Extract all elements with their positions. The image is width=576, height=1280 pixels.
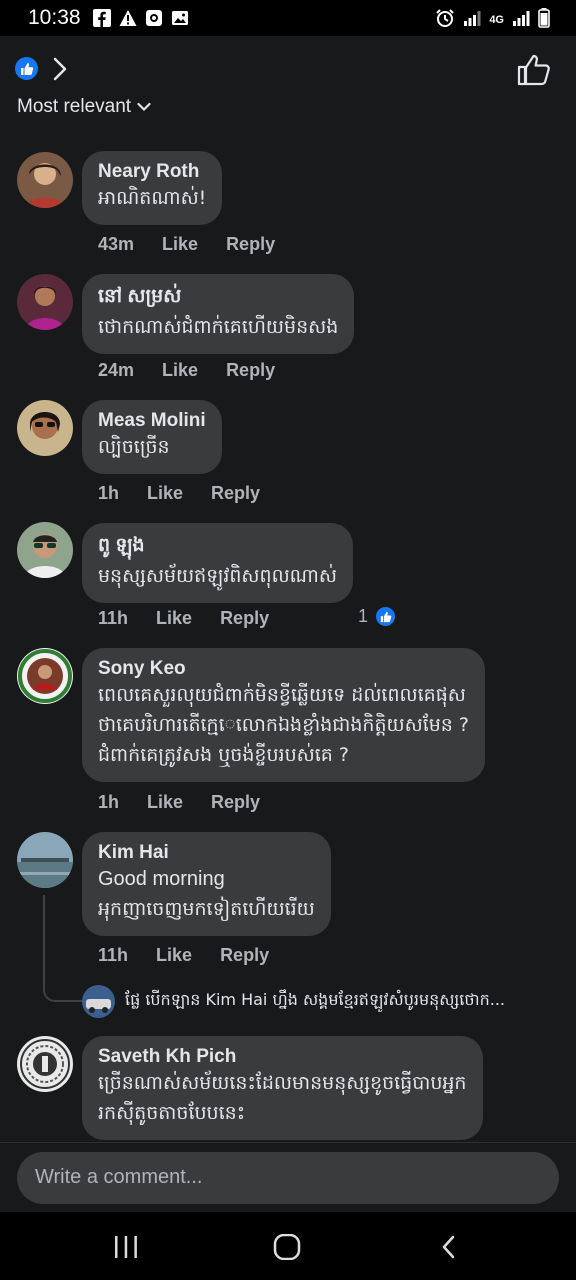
like-button[interactable]: Like bbox=[156, 945, 192, 966]
screen-record-icon bbox=[145, 9, 163, 27]
warning-icon bbox=[119, 9, 137, 27]
reply-preview[interactable]: ផ្លែ បើកឡាន Kim Hai ហ្នឹង សង្គមខ្មែរឥឡូវ… bbox=[82, 984, 572, 1018]
comment-text: អុកញាចេញមកទៀតហើយរើយ bbox=[98, 898, 315, 920]
facebook-icon bbox=[92, 9, 111, 27]
status-bar: 10:38 4G bbox=[0, 0, 576, 36]
like-post-button[interactable] bbox=[517, 54, 551, 86]
reply-button[interactable]: Reply bbox=[226, 234, 275, 255]
chevron-down-icon bbox=[137, 96, 151, 118]
comment-reactions[interactable]: 1 bbox=[358, 605, 398, 628]
comment-author[interactable]: ពូ ឡុង bbox=[98, 533, 337, 561]
comment-text: Good morning bbox=[98, 868, 225, 890]
comment-text: អាណិតណាស់! bbox=[98, 187, 207, 209]
avatar[interactable] bbox=[17, 832, 73, 888]
comment-text: ថោកណាស់ជំពាក់គេហើយមិនសង bbox=[98, 316, 339, 338]
reaction-count: 1 bbox=[358, 606, 369, 626]
like-button[interactable]: Like bbox=[156, 608, 192, 629]
comment-bubble: Kim Hai Good morning អុកញាចេញមកទៀតហើយរើយ bbox=[82, 832, 331, 936]
sort-dropdown[interactable]: Most relevant bbox=[17, 96, 151, 118]
comment-composer-bar: Write a comment... bbox=[0, 1142, 576, 1212]
comment-meta: 43m Like Reply bbox=[98, 234, 275, 255]
network-type: 4G bbox=[489, 13, 504, 26]
reply-button[interactable]: Reply bbox=[220, 608, 269, 629]
comment-time[interactable]: 1h bbox=[98, 792, 119, 813]
reply-button[interactable]: Reply bbox=[211, 483, 260, 504]
comment-meta: 11h Like Reply bbox=[98, 608, 269, 629]
comment-input[interactable]: Write a comment... bbox=[17, 1152, 559, 1204]
comment-text: ច្រើនណាស់សម័យនេះដែលមានមនុស្សខូចធ្វើបាបអ្… bbox=[98, 1072, 467, 1094]
comment-meta: 1h Like Reply bbox=[98, 483, 260, 504]
reply-thread-line bbox=[43, 895, 83, 1002]
comment-author[interactable]: Sony Keo bbox=[98, 658, 469, 680]
comment-bubble: Neary Roth អាណិតណាស់! bbox=[82, 151, 223, 225]
avatar[interactable] bbox=[17, 1036, 73, 1092]
comment-bubble: Meas Molini ល្បិចច្រើន bbox=[82, 400, 222, 474]
avatar[interactable] bbox=[17, 522, 73, 578]
comment-bubble: នៅ សម្រស់ ថោកណាស់ជំពាក់គេហើយមិនសង bbox=[82, 274, 355, 354]
avatar[interactable] bbox=[17, 400, 73, 456]
comment-text: ល្បិចច្រើន bbox=[98, 436, 170, 458]
avatar[interactable] bbox=[17, 152, 73, 208]
comment-time[interactable]: 24m bbox=[98, 360, 134, 381]
sort-label: Most relevant bbox=[17, 96, 132, 117]
comment-bubble: Sony Keo ពេលគេសួរលុយជំពាក់មិនខ្វីឆ្លើយទេ… bbox=[82, 648, 485, 782]
comment-author[interactable]: នៅ សម្រស់ bbox=[98, 284, 338, 312]
comment-author[interactable]: Saveth Kh Pich bbox=[98, 1046, 467, 1068]
alarm-icon bbox=[435, 8, 455, 31]
avatar[interactable] bbox=[17, 648, 73, 704]
avatar bbox=[82, 984, 115, 1018]
comment-bubble: ពូ ឡុង មនុស្សសម័យឥឡូវពិសពុលណាស់ bbox=[82, 523, 353, 603]
comment-meta: 1h Like Reply bbox=[98, 792, 260, 813]
battery-icon bbox=[538, 8, 550, 31]
reply-button[interactable]: Reply bbox=[226, 360, 275, 381]
comment-text: ថាគេបរិហារតើកេ្មេលោកឯងខ្លាំងជាងកិត្តិយសម… bbox=[98, 714, 469, 736]
reactions-like-icon[interactable] bbox=[15, 57, 38, 80]
gallery-icon bbox=[171, 9, 189, 27]
comment-time[interactable]: 1h bbox=[98, 483, 119, 504]
signal-icon bbox=[463, 9, 481, 30]
comment-meta: 11h Like Reply bbox=[98, 945, 269, 966]
system-navigation-bar bbox=[0, 1212, 576, 1280]
like-reaction-icon bbox=[374, 605, 398, 628]
avatar[interactable] bbox=[17, 274, 73, 330]
comment-bubble: Saveth Kh Pich ច្រើនណាស់សម័យនេះដែលមានមនុ… bbox=[82, 1036, 483, 1140]
comment-author[interactable]: Kim Hai bbox=[98, 842, 315, 864]
recent-apps-icon[interactable] bbox=[112, 1234, 140, 1260]
comment-text: មនុស្សសម័យឥឡូវពិសពុលណាស់ bbox=[98, 565, 337, 587]
reply-preview-text: ផ្លែ បើកឡាន Kim Hai ហ្នឹង សង្គមខ្មែរឥឡូវ… bbox=[125, 990, 505, 1009]
comment-author[interactable]: Meas Molini bbox=[98, 410, 206, 432]
comment-author[interactable]: Neary Roth bbox=[98, 161, 206, 183]
like-button[interactable]: Like bbox=[162, 234, 198, 255]
status-indicators: 4G bbox=[435, 8, 550, 31]
comment-text: ពេលគេសួរលុយជំពាក់មិនខ្វីឆ្លើយទេ ដល់ពេលគេ… bbox=[98, 684, 466, 706]
reply-button[interactable]: Reply bbox=[220, 945, 269, 966]
chevron-right-icon[interactable] bbox=[50, 56, 70, 82]
reply-button[interactable]: Reply bbox=[211, 792, 260, 813]
comment-time[interactable]: 43m bbox=[98, 234, 134, 255]
comment-time[interactable]: 11h bbox=[98, 608, 128, 629]
comment-meta: 24m Like Reply bbox=[98, 360, 275, 381]
signal-icon-2 bbox=[512, 9, 530, 30]
home-icon[interactable] bbox=[272, 1233, 302, 1261]
comment-time[interactable]: 11h bbox=[98, 945, 128, 966]
like-button[interactable]: Like bbox=[162, 360, 198, 381]
like-button[interactable]: Like bbox=[147, 792, 183, 813]
comment-text: រកស៊ីតូចតាចបែបនេះ bbox=[98, 1102, 246, 1124]
like-button[interactable]: Like bbox=[147, 483, 183, 504]
comment-text: ជំពាក់គេត្រូវសង ឬចង់ខ្ចីបរបស់គេ ? bbox=[98, 744, 349, 766]
status-time: 10:38 bbox=[28, 6, 81, 29]
back-icon[interactable] bbox=[436, 1234, 464, 1260]
